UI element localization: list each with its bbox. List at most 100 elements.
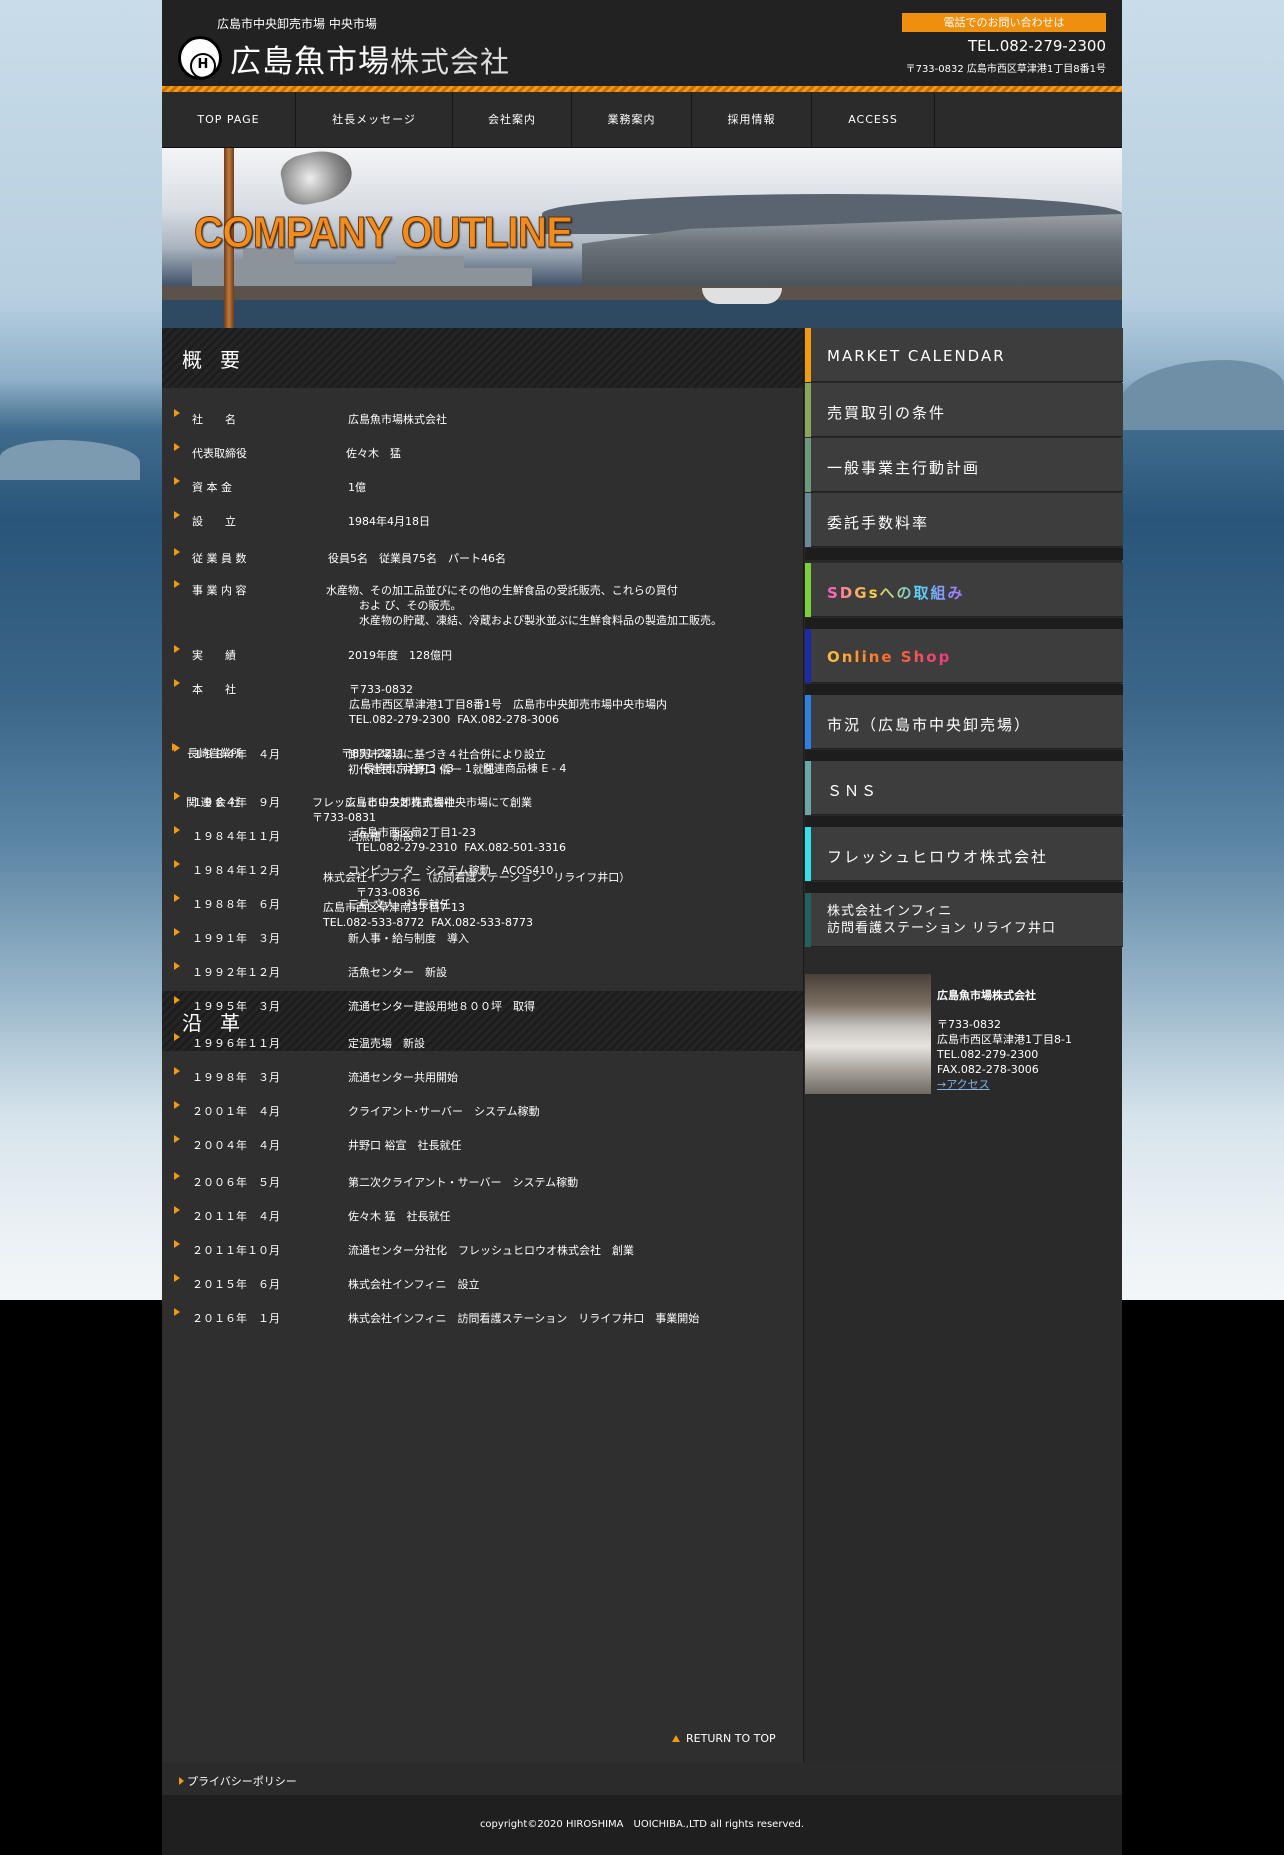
access-link[interactable]: →アクセス	[937, 1078, 990, 1091]
history-event: 第二次クライアント・サーバー システム稼動	[348, 1176, 579, 1189]
site-logo[interactable]: 広島魚市場株式会社	[230, 36, 510, 81]
row-label: 本 社	[192, 683, 236, 696]
row-value: 広島魚市場株式会社	[348, 413, 447, 426]
sidebar-sdgs[interactable]: SDGsへの取組み	[805, 563, 1123, 617]
bullet-icon	[174, 1206, 180, 1214]
bullet-icon	[174, 645, 180, 653]
global-nav: TOP PAGE 社長メッセージ 会社案内 業務案内 採用情報 ACCESS	[162, 92, 1122, 148]
return-label: RETURN TO TOP	[686, 1732, 776, 1745]
contact-phone-button[interactable]: 電話でのお問い合わせは	[902, 13, 1106, 32]
nav-recruit[interactable]: 採用情報	[692, 92, 812, 148]
bullet-icon	[174, 928, 180, 936]
accent-bar	[805, 893, 811, 947]
history-event: 流通センター分社化 フレッシュヒロウオ株式会社 創業	[348, 1244, 634, 1257]
row-label: 事 業 内 容	[192, 584, 247, 597]
bullet-icon	[174, 1101, 180, 1109]
history-date: ２０１５年 ６月	[192, 1278, 280, 1291]
privacy-link[interactable]: プライバシーポリシー	[179, 1773, 297, 1789]
copyright: copyright©2020 HIROSHIMA UOICHIBA.,LTD a…	[162, 1795, 1122, 1855]
bullet-icon	[174, 443, 180, 451]
bullet-icon	[174, 826, 180, 834]
bullet-icon	[174, 792, 180, 800]
return-to-top-link[interactable]: RETURN TO TOP	[672, 1732, 776, 1745]
history-date: １９８４年１２月	[192, 864, 280, 877]
history-event: 卸売市場法に基づき４社合併により設立 初代社長に井野口 儀一 就任	[348, 748, 546, 776]
sidebar-infini[interactable]: 株式会社インフィニ 訪問看護ステーション リライフ井口	[805, 893, 1123, 947]
bullet-icon	[174, 1172, 180, 1180]
history-event: 佐々木 猛 社長就任	[348, 1210, 451, 1223]
accent-bar	[805, 328, 811, 382]
bullet-icon	[174, 894, 180, 902]
sidebar-market-report[interactable]: 市況（広島市中央卸売場）	[805, 695, 1123, 749]
sidebar-label: ＳＮＳ	[827, 782, 879, 800]
history-event: コンピュータ システム稼動 ACOS410	[348, 864, 554, 877]
history-date: １９９２年１２月	[192, 966, 280, 979]
bullet-icon	[174, 1135, 180, 1143]
history-date: １９９８年 ３月	[192, 1071, 280, 1084]
history-event: 三島 文人 社長就任	[348, 898, 451, 911]
accent-bar	[805, 563, 811, 617]
bullet-icon	[174, 548, 180, 556]
page-banner: COMPANY OUTLINE	[162, 148, 1122, 328]
bullet-icon	[174, 744, 180, 752]
sidebar-market-calendar[interactable]: MARKET CALENDAR	[805, 328, 1123, 382]
sidebar-label: フレッシュヒロウオ株式会社	[827, 848, 1049, 866]
row-value: 1億	[348, 481, 366, 494]
main-content: 概要 社 名 広島魚市場株式会社 代表取締役 佐々木 猛 資 本 金 1億 設 立 19…	[162, 328, 803, 1763]
nav-business[interactable]: 業務案内	[572, 92, 692, 148]
row-label: 資 本 金	[192, 481, 232, 494]
history-event: 活魚センター 新設	[348, 966, 447, 979]
sidebar-fresh-hirouo[interactable]: フレッシュヒロウオ株式会社	[805, 827, 1123, 881]
history-date: ２０１１年 ４月	[192, 1210, 280, 1223]
sidebar-commission-rate[interactable]: 委託手数料率	[805, 493, 1123, 547]
history-event: クライアント･サーバー システム稼動	[348, 1105, 540, 1118]
bullet-icon	[174, 1033, 180, 1041]
accent-bar	[805, 695, 811, 749]
row-label: 従 業 員 数	[192, 552, 247, 565]
sidebar-sns[interactable]: ＳＮＳ	[805, 761, 1123, 815]
history-event: 井野口 裕宣 社長就任	[348, 1139, 462, 1152]
bullet-icon	[174, 1067, 180, 1075]
sidebar-trade-conditions[interactable]: 売買取引の条件	[805, 383, 1123, 437]
history-date: ２０１６年 １月	[192, 1312, 280, 1325]
company-info: 広島魚市場株式会社 〒733-0832 広島市西区草津港1丁目8-1 TEL.0…	[937, 988, 1072, 1092]
company-zip: 〒733-0832	[937, 1018, 1001, 1031]
history-date: ２００６年 ５月	[192, 1176, 280, 1189]
bullet-icon	[174, 511, 180, 519]
bullet-icon	[174, 1274, 180, 1282]
history-date: ２００４年 ４月	[192, 1139, 280, 1152]
bullet-icon	[174, 679, 180, 687]
row-label: 実 績	[192, 649, 236, 662]
sidebar-label: 株式会社インフィニ 訪問看護ステーション リライフ井口	[827, 904, 1056, 936]
sidebar-gap	[805, 548, 1123, 560]
history-event: 活魚槽 新設	[348, 830, 414, 843]
nav-top-page[interactable]: TOP PAGE	[162, 92, 296, 148]
row-value: 〒733-0832 広島市西区草津港1丁目8番1号 広島市中央卸売市場中央市場内…	[349, 683, 667, 726]
logo-icon[interactable]	[178, 36, 222, 80]
history-date: １９９６年１１月	[192, 1037, 280, 1050]
history-date: １９８４年 ４月	[192, 748, 280, 761]
header-address: 〒733-0832 広島市西区草津港1丁目8番1号	[905, 64, 1106, 75]
row-value: 役員5名 従業員75名 パート46名	[328, 552, 506, 565]
privacy-bar: プライバシーポリシー	[162, 1763, 1122, 1795]
history-date: １９９１年 ３月	[192, 932, 280, 945]
nav-president-message[interactable]: 社長メッセージ	[296, 92, 453, 148]
arrow-right-icon	[179, 1777, 184, 1785]
site-header: 広島市中央卸売市場 中央市場 広島魚市場株式会社 電話でのお問い合わせは TEL…	[162, 0, 1122, 88]
sidebar-online-shop[interactable]: Online Shop	[805, 629, 1123, 683]
market-photo	[805, 974, 931, 1094]
company-name: 広島魚市場株式会社	[937, 989, 1036, 1002]
history-event: 株式会社インフィニ 訪問看護ステーション リライフ井口 事業開始	[348, 1312, 700, 1325]
sidebar-label: MARKET CALENDAR	[827, 347, 1006, 365]
sidebar-action-plan[interactable]: 一般事業主行動計画	[805, 438, 1123, 492]
accent-bar	[805, 383, 811, 437]
overview-heading: 概要	[162, 328, 803, 388]
page-wrapper: 広島市中央卸売市場 中央市場 広島魚市場株式会社 電話でのお問い合わせは TEL…	[162, 0, 1123, 1855]
nav-access[interactable]: ACCESS	[812, 92, 935, 148]
nav-company-info[interactable]: 会社案内	[453, 92, 572, 148]
sidebar-label: 一般事業主行動計画	[827, 459, 981, 477]
row-label: 社 名	[192, 413, 236, 426]
overview-title: 概要	[182, 348, 258, 372]
privacy-label: プライバシーポリシー	[187, 1775, 297, 1788]
bullet-icon	[174, 996, 180, 1004]
